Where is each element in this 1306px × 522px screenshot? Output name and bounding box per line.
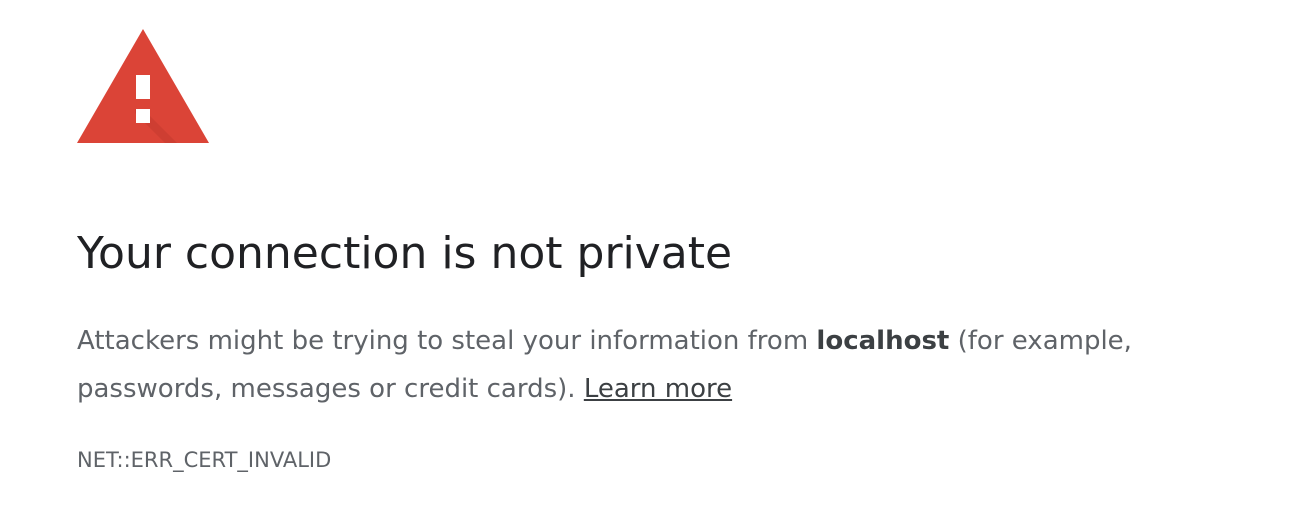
page-title: Your connection is not private — [77, 228, 733, 279]
learn-more-link[interactable]: Learn more — [584, 374, 732, 404]
host-name: localhost — [816, 326, 950, 356]
warning-message: Attackers might be trying to steal your … — [77, 317, 1187, 413]
error-code: NET::ERR_CERT_INVALID — [77, 448, 332, 472]
message-text-before-host: Attackers might be trying to steal your … — [77, 326, 817, 356]
warning-triangle-icon — [77, 29, 209, 143]
